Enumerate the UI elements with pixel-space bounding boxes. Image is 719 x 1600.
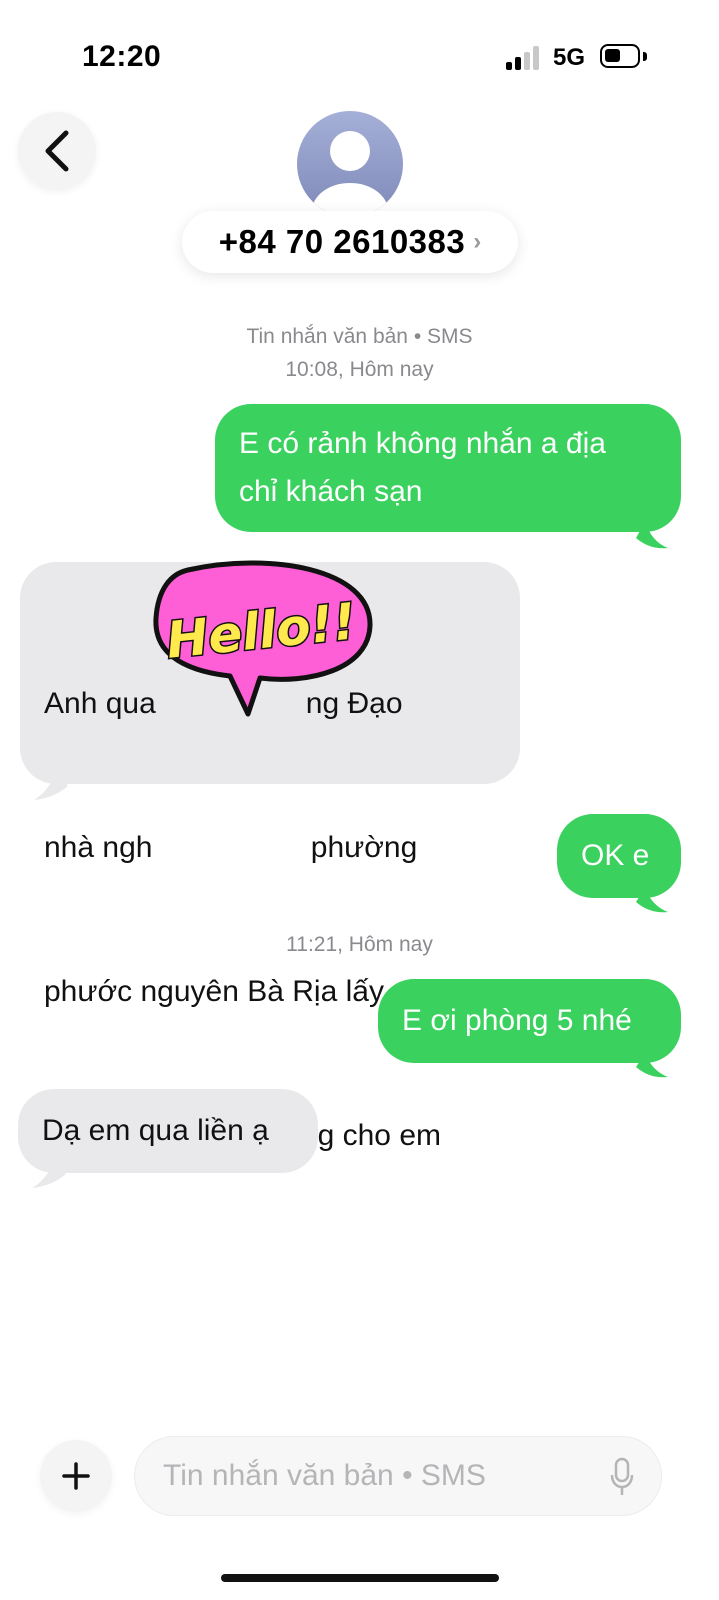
incoming-message[interactable]: Dạ em qua liền ạ	[18, 1089, 318, 1173]
message-input[interactable]: Tin nhắn văn bản • SMS	[134, 1436, 662, 1516]
home-indicator[interactable]	[221, 1574, 499, 1582]
message-line: E có rảnh không nhắn a địa	[239, 427, 606, 460]
message-line: nhà ngh phường	[44, 831, 418, 864]
outgoing-message[interactable]: OK e	[557, 814, 681, 898]
microphone-icon[interactable]	[609, 1457, 635, 1497]
outgoing-message[interactable]: E có rảnh không nhắn a địa chỉ khách sạn	[215, 404, 681, 532]
message-line: OK e	[581, 839, 650, 872]
message-line: Dạ em qua liền ạ	[42, 1114, 269, 1147]
outgoing-message[interactable]: E ơi phòng 5 nhé	[378, 979, 681, 1063]
message-line: E ơi phòng 5 nhé	[402, 1004, 632, 1037]
plus-icon	[62, 1462, 90, 1490]
hello-sticker: Hello!!	[153, 560, 373, 717]
message-input-placeholder: Tin nhắn văn bản • SMS	[163, 1459, 486, 1492]
message-line: chỉ khách sạn	[239, 475, 423, 508]
add-attachment-button[interactable]	[40, 1440, 112, 1512]
